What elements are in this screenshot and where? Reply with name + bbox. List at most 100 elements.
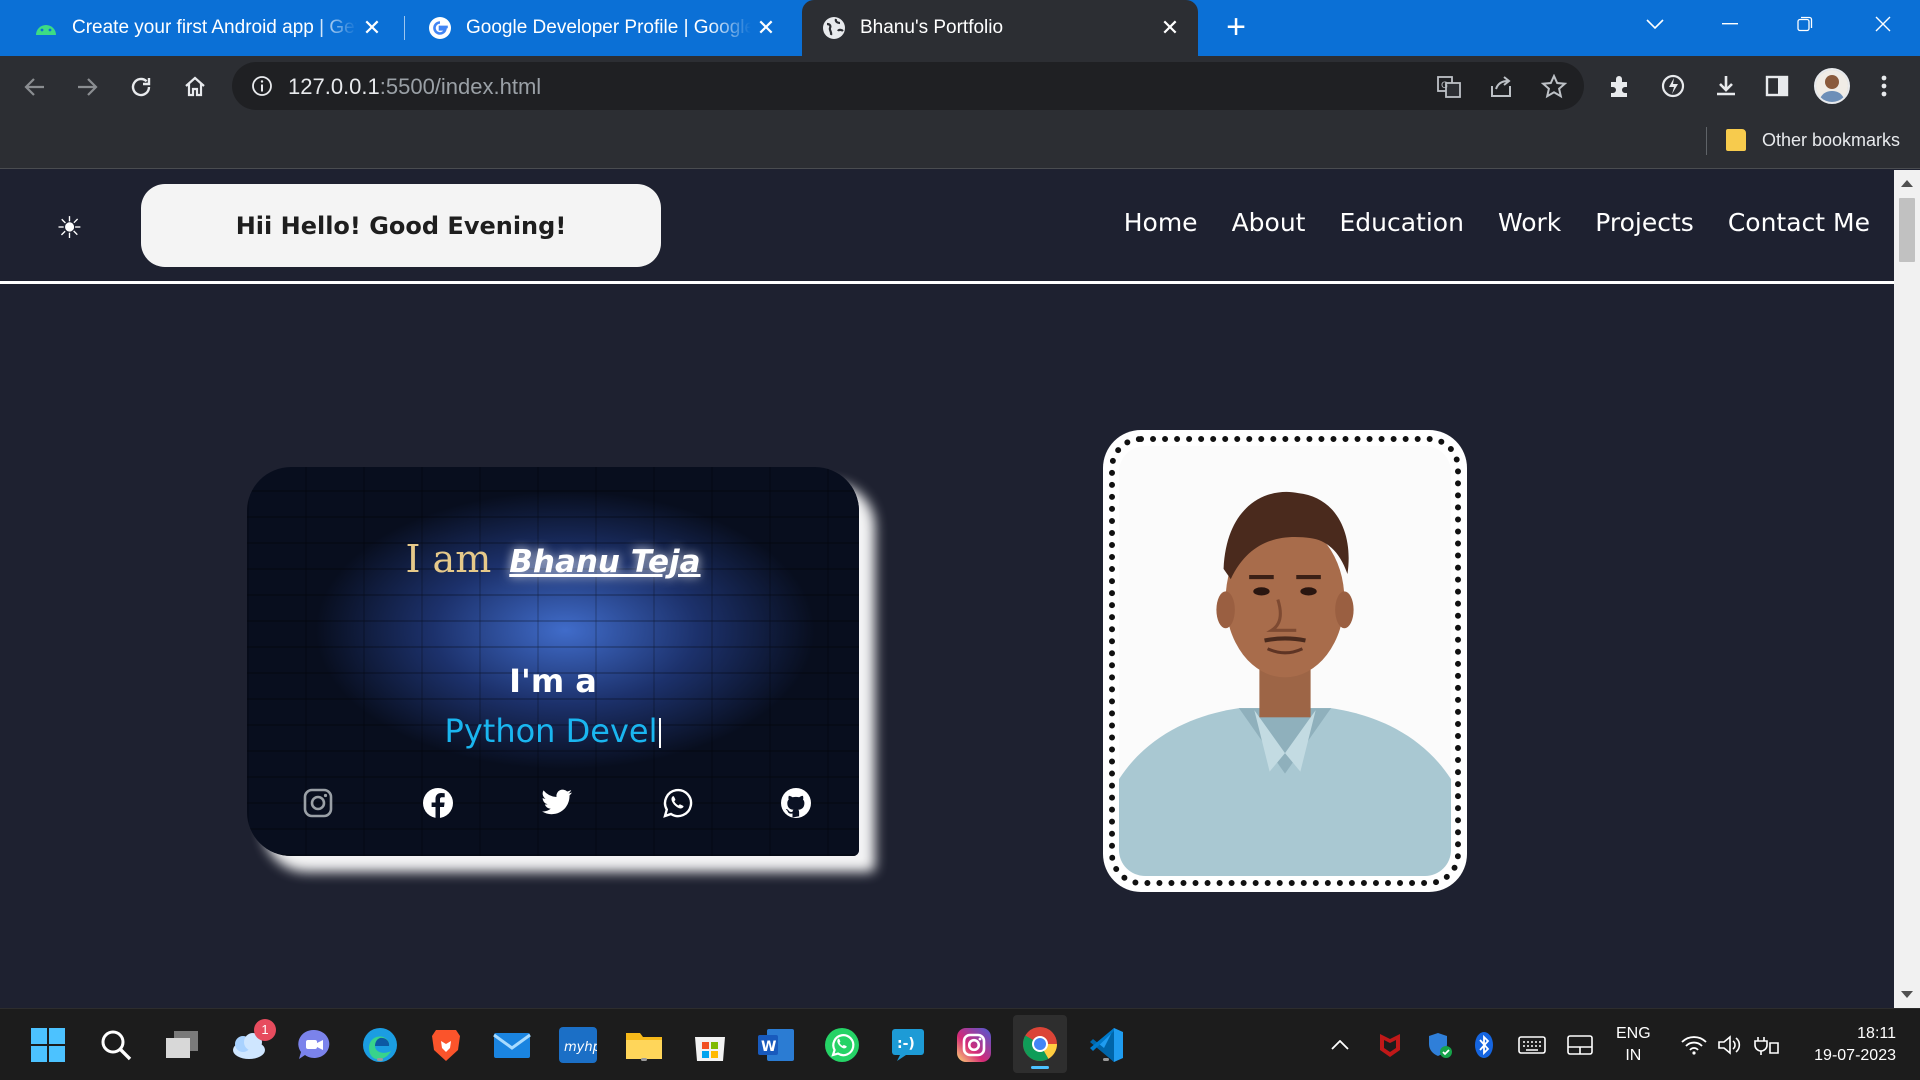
brave-browser-icon[interactable]	[426, 1025, 466, 1065]
folder-icon	[1726, 129, 1746, 151]
translate-icon[interactable]: G	[1436, 74, 1462, 100]
windows-taskbar: 1 myhp W :-)	[0, 1008, 1920, 1080]
new-tab-button[interactable]: +	[1218, 10, 1254, 46]
keyboard-icon[interactable]	[1516, 1029, 1548, 1061]
tab-android[interactable]: Create your first Android app | Get star…	[0, 0, 400, 56]
system-clock[interactable]: 18:11 19-07-2023	[1796, 1023, 1896, 1067]
greeting-pill: Hii Hello! Good Evening!	[141, 184, 661, 267]
other-bookmarks-label: Other bookmarks	[1762, 129, 1901, 150]
google-icon	[428, 16, 452, 40]
myhp-icon[interactable]: myhp	[558, 1025, 598, 1065]
mail-icon[interactable]	[492, 1025, 532, 1065]
close-tab-icon[interactable]: ✕	[360, 15, 384, 40]
performance-icon[interactable]	[1657, 70, 1689, 102]
url-host: 127.0.0.1	[288, 74, 380, 99]
side-panel-icon[interactable]	[1761, 70, 1793, 102]
touchpad-icon[interactable]	[1564, 1029, 1596, 1061]
intro-prefix: I am	[405, 537, 492, 581]
tab-strip: Create your first Android app | Get star…	[0, 0, 1920, 56]
weather-widget-icon[interactable]: 1	[228, 1019, 276, 1065]
hero-card: I am Bhanu Teja I'm a Python Devel	[247, 467, 859, 856]
notification-badge: 1	[254, 1019, 276, 1041]
bluetooth-icon[interactable]	[1468, 1029, 1500, 1061]
chrome-taskbar-icon[interactable]	[1013, 1015, 1067, 1073]
extensions-icon[interactable]	[1604, 70, 1636, 102]
nav-projects[interactable]: Projects	[1595, 208, 1694, 237]
tab-portfolio[interactable]: Bhanu's Portfolio ✕	[802, 0, 1198, 56]
nav-home[interactable]: Home	[1124, 208, 1198, 237]
running-indicator	[641, 1058, 647, 1061]
volume-icon[interactable]	[1714, 1029, 1746, 1061]
svg-text:W: W	[761, 1039, 776, 1055]
close-tab-icon[interactable]: ✕	[1158, 15, 1182, 40]
show-hidden-icons-chevron-icon[interactable]	[1324, 1029, 1356, 1061]
instagram-icon[interactable]	[302, 787, 334, 819]
teams-chat-icon[interactable]	[294, 1025, 334, 1065]
nav-work[interactable]: Work	[1498, 208, 1561, 237]
reload-button[interactable]	[122, 68, 160, 106]
clock-date: 19-07-2023	[1814, 1047, 1896, 1064]
scrollbar-thumb[interactable]	[1899, 198, 1915, 262]
running-indicator	[1103, 1058, 1109, 1061]
twitter-icon[interactable]	[541, 787, 573, 819]
browser-toolbar: 127.0.0.1:5500/index.html G	[0, 56, 1920, 117]
address-bar[interactable]: 127.0.0.1:5500/index.html G	[232, 62, 1584, 110]
whatsapp-app-icon[interactable]	[822, 1025, 862, 1065]
whatsapp-icon[interactable]	[661, 787, 693, 819]
forward-button[interactable]	[68, 68, 106, 106]
back-button[interactable]	[16, 68, 54, 106]
file-explorer-icon[interactable]	[624, 1025, 664, 1065]
site-info-icon[interactable]	[250, 74, 274, 98]
input-language[interactable]: ENG IN	[1616, 1023, 1651, 1067]
url-text: 127.0.0.1:5500/index.html	[288, 74, 541, 100]
close-window-button[interactable]	[1848, 0, 1918, 48]
svg-text::-): :-)	[897, 1036, 915, 1052]
vscode-icon[interactable]	[1086, 1025, 1126, 1065]
nav-contact-me[interactable]: Contact Me	[1728, 208, 1870, 237]
profile-photo-border	[1109, 436, 1461, 886]
instagram-app-icon[interactable]	[954, 1025, 994, 1065]
facebook-icon[interactable]	[422, 787, 454, 819]
search-icon[interactable]	[96, 1025, 136, 1065]
scroll-down-icon[interactable]	[1901, 991, 1913, 998]
greeting-text: Hii Hello! Good Evening!	[235, 211, 567, 240]
restore-button[interactable]	[1770, 0, 1840, 48]
microsoft-store-icon[interactable]	[690, 1025, 730, 1065]
tab-title: Bhanu's Portfolio	[860, 17, 1004, 38]
share-icon[interactable]	[1488, 74, 1514, 100]
task-view-icon[interactable]	[162, 1025, 202, 1065]
profile-photo	[1119, 446, 1451, 876]
bookmark-star-icon[interactable]	[1541, 74, 1567, 100]
tab-search-icon[interactable]	[1620, 0, 1690, 48]
scroll-up-icon[interactable]	[1901, 180, 1913, 187]
tab-google-developer[interactable]: Google Developer Profile | Google Develo…	[394, 0, 794, 56]
nav-education[interactable]: Education	[1339, 208, 1463, 237]
word-icon[interactable]: W	[756, 1025, 796, 1065]
nav-about[interactable]: About	[1232, 208, 1306, 237]
start-button[interactable]	[28, 1025, 68, 1065]
battery-charging-icon[interactable]	[1750, 1029, 1782, 1061]
downloads-icon[interactable]	[1710, 70, 1742, 102]
github-icon[interactable]	[780, 787, 812, 819]
quick-assist-icon[interactable]: :-)	[888, 1025, 928, 1065]
close-tab-icon[interactable]: ✕	[754, 15, 778, 40]
edge-browser-icon[interactable]	[360, 1025, 400, 1065]
globe-icon	[822, 16, 846, 40]
profile-avatar[interactable]	[1814, 68, 1850, 104]
chrome-menu-icon[interactable]	[1868, 70, 1900, 102]
typing-caret	[659, 718, 662, 748]
svg-text:myhp: myhp	[564, 1040, 597, 1055]
typed-role-text: Python Devel	[444, 712, 658, 750]
running-indicator	[377, 1058, 383, 1061]
role-prefix: I'm a	[509, 662, 597, 700]
svg-text:G: G	[1441, 81, 1448, 91]
home-button[interactable]	[176, 68, 214, 106]
minimize-button[interactable]	[1695, 0, 1765, 48]
windows-security-icon[interactable]	[1424, 1029, 1456, 1061]
page-scrollbar[interactable]	[1894, 170, 1920, 1008]
other-bookmarks-folder[interactable]: Other bookmarks	[1726, 129, 1900, 151]
mcafee-icon[interactable]	[1374, 1029, 1406, 1061]
wifi-icon[interactable]	[1678, 1029, 1710, 1061]
page-viewport: ☀ Hii Hello! Good Evening! Home About Ed…	[0, 170, 1894, 1008]
sun-icon[interactable]: ☀	[56, 212, 83, 246]
